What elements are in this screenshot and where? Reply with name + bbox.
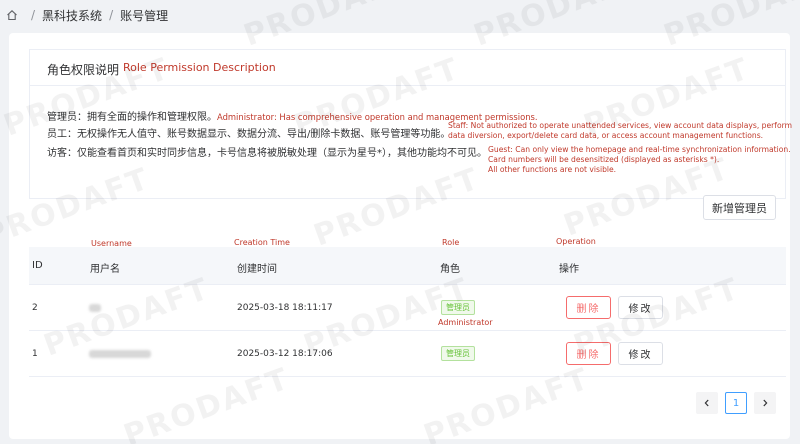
add-admin-button[interactable]: 新增管理员: [703, 195, 776, 220]
row-id: 1: [32, 349, 38, 359]
guest-translation-line: Guest: Can only view the homepage and re…: [488, 145, 791, 154]
role-column-annotation: Role: [442, 238, 460, 247]
staff-permission-translation: Staff: Not authorized to operate unatten…: [448, 121, 792, 141]
breadcrumb-item-system[interactable]: 黑科技系统: [42, 7, 102, 24]
table-row: 1 2025-03-12 18:17:06 管理员 删除 修改: [29, 331, 786, 377]
column-header-username: 用户名: [90, 264, 120, 275]
table-row: 2 2025-03-18 18:11:17 管理员 Administrator …: [29, 285, 786, 331]
permission-panel-header: 角色权限说明 Role Permission Description: [30, 50, 785, 86]
staff-translation-line: data diversion, export/delete card data,…: [448, 131, 764, 140]
role-badge-translation: Administrator: [438, 318, 493, 327]
column-header-id: ID: [32, 260, 43, 271]
column-header-actions: 操作: [559, 264, 579, 275]
page-number-button[interactable]: 1: [725, 392, 747, 414]
delete-button[interactable]: 删除: [566, 342, 611, 365]
guest-translation-line: Card numbers will be desensitized (displ…: [488, 155, 720, 164]
chevron-left-icon: [704, 399, 709, 407]
edit-button[interactable]: 修改: [618, 296, 663, 319]
admin-permission-text: 管理员：拥有全面的操作和管理权限。: [47, 112, 217, 123]
column-header-created: 创建时间: [237, 264, 277, 275]
prev-page-button[interactable]: [696, 392, 718, 414]
edit-button[interactable]: 修改: [618, 342, 663, 365]
permission-description-panel: 角色权限说明 Role Permission Description 管理员：拥…: [29, 49, 792, 199]
table-header: ID 用户名 创建时间 角色 操作: [29, 247, 786, 285]
role-badge: 管理员: [441, 300, 475, 315]
next-page-button[interactable]: [754, 392, 776, 414]
main-card: 角色权限说明 Role Permission Description 管理员：拥…: [9, 33, 792, 439]
permission-title: 角色权限说明: [47, 63, 120, 77]
breadcrumb: / 黑科技系统 / 账号管理: [6, 7, 168, 23]
guest-translation-line: All other functions are not visible.: [488, 165, 617, 174]
guest-permission-text: 访客：仅能查看首页和实时同步信息，卡号信息将被脱敏处理（显示为星号*），其他功能…: [47, 148, 487, 159]
permission-title-translation: Role Permission Description: [123, 61, 276, 74]
creation-time-column-annotation: Creation Time: [234, 238, 290, 247]
row-id: 2: [32, 303, 38, 313]
role-badge: 管理员: [441, 346, 475, 361]
staff-translation-line: Staff: Not authorized to operate unatten…: [448, 121, 792, 130]
chevron-right-icon: [763, 399, 768, 407]
masked-username: [89, 304, 101, 312]
breadcrumb-separator: /: [109, 8, 114, 22]
row-created: 2025-03-18 18:11:17: [237, 303, 333, 313]
breadcrumb-item-accounts: 账号管理: [120, 8, 169, 23]
column-header-role: 角色: [440, 264, 460, 275]
operation-column-annotation: Operation: [556, 237, 596, 246]
home-icon[interactable]: [6, 9, 18, 21]
guest-permission-translation: Guest: Can only view the homepage and re…: [488, 145, 791, 175]
staff-permission-text: 员工：无权操作无人值守、账号数据显示、数据分流、导出/删除卡数据、账号管理等功能…: [47, 129, 451, 140]
breadcrumb-separator: /: [31, 8, 36, 22]
row-created: 2025-03-12 18:17:06: [237, 349, 333, 359]
masked-username: [89, 350, 151, 358]
delete-button[interactable]: 删除: [566, 296, 611, 319]
